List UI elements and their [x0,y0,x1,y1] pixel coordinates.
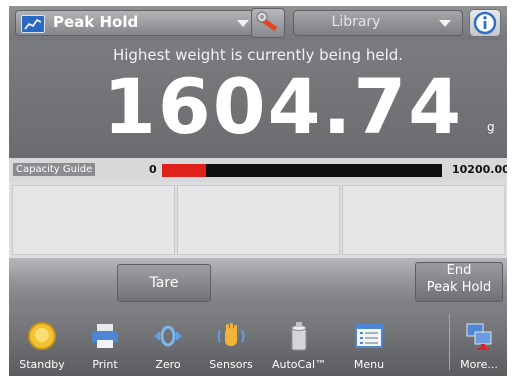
info-icon [473,11,497,35]
nav-label: Sensors [209,358,253,371]
capacity-bar-fill [162,164,206,177]
zero-icon [154,325,182,347]
nav-autocal[interactable]: AutoCal™ [264,306,334,376]
top-bar: Peak Hold Library [9,6,507,40]
chevron-down-icon [237,20,249,27]
end-peak-hold-line1: End [446,263,472,278]
data-field-2 [177,185,340,255]
more-icon [466,323,492,350]
info-button[interactable] [469,9,501,37]
mode-label: Peak Hold [53,13,139,31]
chevron-down-icon [439,20,451,27]
weight-value: 1604.74 [103,62,464,151]
weight-display: Highest weight is currently being held. … [9,40,507,158]
capacity-guide-label: Capacity Guide [13,163,96,176]
nav-label: Zero [155,358,181,371]
tools-button[interactable] [251,8,285,38]
nav-label: More... [460,358,498,371]
printer-icon [92,324,118,348]
library-dropdown[interactable]: Library [293,10,463,36]
data-fields [9,182,507,258]
data-field-1 [12,185,175,255]
sensors-hand-icon [217,323,245,346]
end-peak-hold-line2: Peak Hold [426,280,492,295]
mode-dropdown[interactable]: Peak Hold [15,10,261,36]
nav-label: Print [92,358,118,371]
softkey-bar: Tare End Peak Hold [9,258,507,306]
data-field-3 [342,185,505,255]
tare-button[interactable]: Tare [117,264,211,302]
balance-screen: Peak Hold Library Highest weight is curr… [9,6,507,376]
standby-icon [28,322,56,350]
end-peak-hold-button[interactable]: End Peak Hold [415,262,503,302]
nav-menu[interactable]: Menu [339,306,399,376]
nav-label: Menu [353,358,385,371]
library-label: Library [331,14,381,30]
wrench-icon [256,11,277,31]
nav-label: Standby [19,358,65,371]
capacity-guide: Capacity Guide 0 10200.00 [9,158,507,182]
bottom-nav: Standby Print Zero Sensors AutoCal™ Menu… [9,306,507,376]
weight-unit[interactable]: g [487,120,495,134]
nav-more[interactable]: More... [449,306,507,376]
nav-standby[interactable]: Standby [12,306,72,376]
nav-print[interactable]: Print [75,306,135,376]
nav-sensors[interactable]: Sensors [201,306,261,376]
nav-label: AutoCal™ [271,358,327,371]
capacity-max: 10200.00 [452,163,507,176]
nav-zero[interactable]: Zero [138,306,198,376]
capacity-bar [162,164,442,177]
capacity-min: 0 [149,163,157,176]
menu-icon [355,324,383,348]
autocal-weight-icon [291,322,307,351]
peak-hold-chart-icon [21,15,45,33]
